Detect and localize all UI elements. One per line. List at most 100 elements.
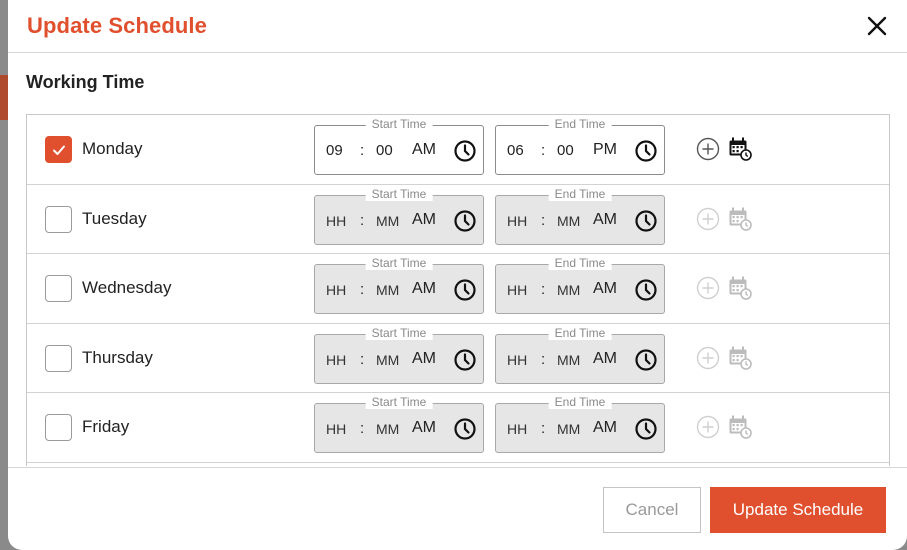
add-circle-icon <box>696 415 720 439</box>
clock-icon[interactable] <box>634 348 658 372</box>
time-separator: : <box>541 281 546 298</box>
add-circle-icon <box>696 276 720 300</box>
time-separator: : <box>360 211 365 229</box>
clock-icon[interactable] <box>634 278 658 302</box>
day-label: Wednesday <box>82 278 172 297</box>
thursday-end-time-field[interactable]: End Time HH : MM AM <box>495 325 665 384</box>
ampm-toggle[interactable]: AM <box>412 419 436 437</box>
cancel-button[interactable]: Cancel <box>603 487 701 533</box>
minute-input[interactable]: MM <box>376 213 399 229</box>
close-icon <box>867 16 887 36</box>
clock-icon[interactable] <box>453 209 477 233</box>
ampm-toggle[interactable]: AM <box>412 280 436 298</box>
minute-input[interactable]: MM <box>557 282 580 298</box>
hour-input[interactable]: 06 <box>507 142 524 159</box>
hour-input[interactable]: 09 <box>326 142 343 159</box>
clock-icon[interactable] <box>634 139 658 163</box>
clock-icon[interactable] <box>453 278 477 302</box>
ampm-toggle[interactable]: AM <box>593 280 617 298</box>
minute-input[interactable]: MM <box>376 352 399 368</box>
wednesday-start-time-field[interactable]: Start Time HH : MM AM <box>314 256 484 314</box>
field-legend: Start Time <box>365 395 433 409</box>
hour-input[interactable]: HH <box>326 352 346 368</box>
time-separator: : <box>360 420 365 437</box>
time-separator: : <box>360 350 365 368</box>
add-circle-icon[interactable] <box>696 137 720 161</box>
monday-start-time-field[interactable]: Start Time 09 : 00 AM <box>314 117 484 175</box>
field-legend: Start Time <box>365 186 433 201</box>
minute-input[interactable]: 00 <box>557 142 574 159</box>
thursday-start-time-field[interactable]: Start Time HH : MM AM <box>314 325 484 384</box>
minute-input[interactable]: 00 <box>376 142 393 159</box>
hour-input[interactable]: HH <box>507 421 527 437</box>
update-schedule-modal: Update Schedule Working Time Monday Star… <box>8 0 907 550</box>
section-title: Working Time <box>26 72 145 92</box>
day-row-monday: Monday Start Time 09 : 00 AM End Time 06… <box>27 115 889 185</box>
tuesday-checkbox[interactable] <box>45 205 72 233</box>
day-row-wednesday: Wednesday Start Time HH : MM AM End Time… <box>27 254 889 324</box>
clock-icon[interactable] <box>634 417 658 441</box>
time-separator: : <box>541 350 546 368</box>
working-time-table: Monday Start Time 09 : 00 AM End Time 06… <box>26 114 890 466</box>
day-row-friday: Friday Start Time HH : MM AM End Time HH… <box>27 393 889 463</box>
ampm-toggle[interactable]: AM <box>412 350 436 368</box>
hour-input[interactable]: HH <box>507 282 527 298</box>
time-separator: : <box>541 142 546 159</box>
wednesday-checkbox[interactable] <box>45 275 72 302</box>
ampm-toggle[interactable]: AM <box>593 419 617 437</box>
friday-end-time-field[interactable]: End Time HH : MM AM <box>495 395 665 453</box>
add-circle-icon <box>696 207 720 230</box>
field-legend: Start Time <box>365 117 433 131</box>
day-label: Monday <box>82 139 143 158</box>
minute-input[interactable]: MM <box>376 421 399 437</box>
update-schedule-button[interactable]: Update Schedule <box>710 487 886 533</box>
time-separator: : <box>541 420 546 437</box>
monday-end-time-field[interactable]: End Time 06 : 00 PM <box>495 117 665 175</box>
ampm-toggle[interactable]: AM <box>593 350 617 368</box>
wednesday-end-time-field[interactable]: End Time HH : MM AM <box>495 256 665 314</box>
ampm-toggle[interactable]: AM <box>412 211 436 229</box>
clock-icon[interactable] <box>453 417 477 441</box>
monday-checkbox[interactable] <box>45 136 72 163</box>
modal-title: Update Schedule <box>27 13 207 38</box>
minute-input[interactable]: MM <box>557 352 580 368</box>
field-legend: End Time <box>548 186 612 201</box>
clock-icon[interactable] <box>453 348 477 372</box>
friday-checkbox[interactable] <box>45 414 72 441</box>
hour-input[interactable]: HH <box>507 213 527 229</box>
modal-footer: Cancel Update Schedule <box>8 467 907 550</box>
calendar-clock-icon <box>729 276 752 300</box>
minute-input[interactable]: MM <box>557 213 580 229</box>
hour-input[interactable]: HH <box>326 282 346 298</box>
calendar-clock-icon[interactable] <box>728 137 752 161</box>
hour-input[interactable]: HH <box>326 421 346 437</box>
clock-icon[interactable] <box>453 139 477 163</box>
calendar-clock-icon <box>729 346 752 370</box>
hour-input[interactable]: HH <box>326 213 346 229</box>
ampm-toggle[interactable]: PM <box>593 141 617 159</box>
minute-input[interactable]: MM <box>376 282 399 298</box>
ampm-toggle[interactable]: AM <box>412 141 436 159</box>
day-row-thursday: Thursday Start Time HH : MM AM End Time … <box>27 324 889 393</box>
tuesday-start-time-field[interactable]: Start Time HH : MM AM <box>314 186 484 245</box>
field-legend: End Time <box>548 395 612 409</box>
hour-input[interactable]: HH <box>507 352 527 368</box>
field-legend: End Time <box>548 256 612 270</box>
friday-start-time-field[interactable]: Start Time HH : MM AM <box>314 395 484 453</box>
ampm-toggle[interactable]: AM <box>593 211 617 229</box>
calendar-clock-icon <box>729 207 752 231</box>
thursday-checkbox[interactable] <box>45 344 72 372</box>
day-label: Friday <box>82 417 130 436</box>
add-circle-icon <box>696 346 720 369</box>
field-legend: Start Time <box>365 325 433 340</box>
day-label: Tuesday <box>82 208 147 228</box>
clock-icon[interactable] <box>634 209 658 233</box>
time-separator: : <box>360 281 365 298</box>
field-legend: End Time <box>548 117 612 131</box>
field-legend: End Time <box>548 325 612 340</box>
close-button[interactable] <box>865 14 889 38</box>
tuesday-end-time-field[interactable]: End Time HH : MM AM <box>495 186 665 245</box>
minute-input[interactable]: MM <box>557 421 580 437</box>
calendar-clock-icon <box>729 415 752 439</box>
check-icon <box>52 145 65 155</box>
